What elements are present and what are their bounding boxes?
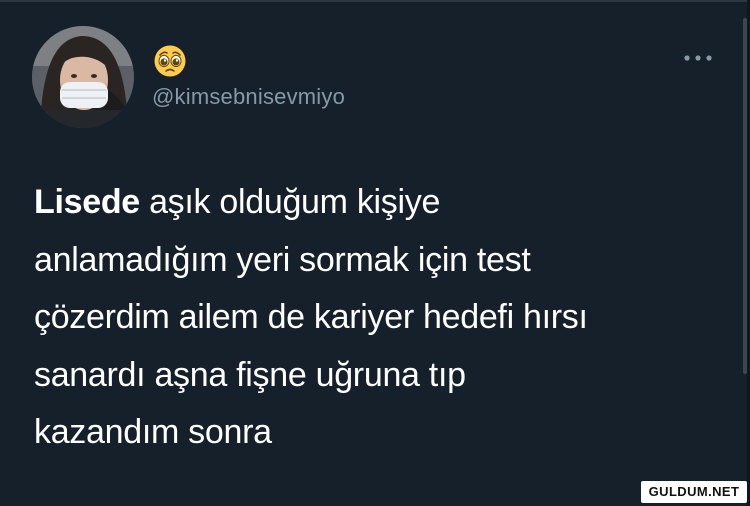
user-handle[interactable]: @kimsebnisevmiyo: [152, 84, 345, 110]
tweet-line: kazandım sonra: [34, 413, 272, 451]
tweet-line: sanardı aşna fişne uğruna tıp: [34, 355, 466, 394]
more-options-button[interactable]: [678, 44, 718, 72]
pleading-face-emoji: [152, 44, 188, 78]
tweet-line-text: aşık olduğum kişiye: [139, 183, 441, 221]
tweet-text: Lisede aşık olduğum kişiye anlamadığım y…: [34, 174, 674, 462]
top-divider: [0, 0, 750, 2]
more-horizontal-icon: [684, 55, 712, 61]
tweet-line: çözerdim ailem de kariyer hedefi hırsı: [34, 298, 588, 336]
avatar[interactable]: [32, 26, 134, 128]
tweet-highlight: Lisede: [34, 183, 140, 221]
avatar-photo: [32, 26, 134, 128]
watermark-label: GULDUM.NET: [641, 481, 747, 503]
tweet-line: Lisede aşık olduğum kişiye: [34, 174, 674, 232]
tweet-line: anlamadığım yeri sormak için test: [34, 240, 531, 279]
